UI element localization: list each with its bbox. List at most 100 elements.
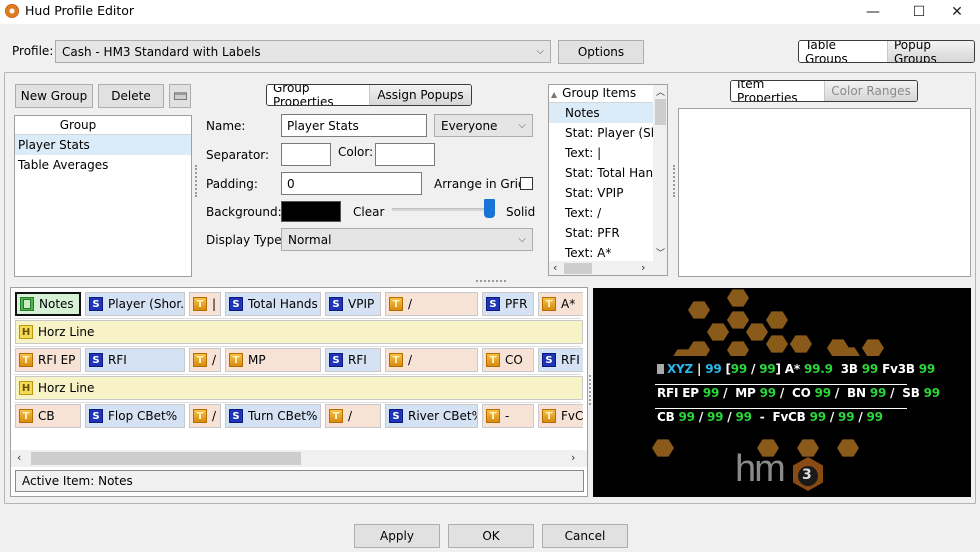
stat-label: / SB <box>886 386 924 400</box>
tab-table-groups[interactable]: Table Groups <box>799 41 887 62</box>
apply-button[interactable]: Apply <box>354 524 440 548</box>
audience-select[interactable]: Everyone ⌵ <box>434 114 533 137</box>
stat-item[interactable]: S Total Hands <box>225 292 321 316</box>
stat-icon: S <box>229 409 243 423</box>
vscroll-thumb[interactable] <box>655 99 666 125</box>
stat-item[interactable]: S RFI <box>85 348 185 372</box>
hscroll-thumb[interactable] <box>564 263 592 274</box>
group-name-input[interactable]: Player Stats <box>281 114 427 137</box>
display-type-label: Display Type: <box>206 233 286 247</box>
text-item[interactable]: T / <box>385 348 478 372</box>
text-icon: T <box>486 409 500 423</box>
stat-item[interactable]: S Turn CBet% <box>225 404 321 428</box>
group-items-hscrollbar[interactable]: ‹ › <box>549 261 667 275</box>
stat-icon: S <box>329 297 343 311</box>
group-items-vscrollbar[interactable]: ︿ ﹀ <box>653 85 667 261</box>
scroll-up-icon[interactable]: ︿ <box>653 85 667 99</box>
group-item[interactable]: Text: / <box>549 203 653 223</box>
cancel-button[interactable]: Cancel <box>542 524 628 548</box>
horizontal-line-item[interactable]: H Horz Line <box>15 320 583 344</box>
tab-item-properties[interactable]: Item Properties <box>731 81 824 101</box>
stat-item[interactable]: S Player (Shor... <box>85 292 185 316</box>
group-item[interactable]: Stat: PFR <box>549 223 653 243</box>
new-group-button[interactable]: New Group <box>15 84 93 108</box>
text-item[interactable]: T- <box>482 404 534 428</box>
stat-item[interactable]: S River CBet% <box>385 404 478 428</box>
notes-item[interactable]: Notes <box>15 292 81 316</box>
group-mode-tabs: Table Groups Popup Groups <box>798 40 975 63</box>
opacity-slider-track[interactable] <box>392 208 495 211</box>
text-item[interactable]: T / <box>189 348 221 372</box>
text-item[interactable]: T / <box>189 404 221 428</box>
group-item-player-stats[interactable]: Player Stats <box>15 135 191 155</box>
scroll-right-icon[interactable]: › <box>641 261 645 274</box>
options-button[interactable]: Options <box>558 40 644 64</box>
splitter-grip[interactable] <box>195 165 198 197</box>
text-item[interactable]: T FvC <box>538 404 583 428</box>
stat-value: 99 <box>759 362 776 376</box>
group-item[interactable]: Notes <box>549 103 653 123</box>
tab-assign-popups[interactable]: Assign Popups <box>369 85 471 105</box>
scroll-right-icon[interactable]: › <box>571 451 575 464</box>
group-column-header[interactable]: Group <box>15 116 191 135</box>
splitter-grip[interactable] <box>673 165 676 197</box>
text-item[interactable]: T RFI EP <box>15 348 81 372</box>
stat-item[interactable]: S Flop CBet% <box>85 404 185 428</box>
layout-grid-hscrollbar[interactable]: ‹ › <box>11 450 587 467</box>
copy-group-button[interactable] <box>169 84 191 108</box>
display-type-select[interactable]: Normal ⌵ <box>281 228 533 251</box>
minimize-button[interactable]: — <box>850 0 896 24</box>
opacity-slider-thumb[interactable] <box>484 199 495 218</box>
active-item-status: Active Item: Notes <box>15 470 584 492</box>
item-properties-tabs: Item Properties Color Ranges <box>730 80 918 102</box>
ok-button[interactable]: OK <box>448 524 534 548</box>
tab-popup-groups[interactable]: Popup Groups <box>887 41 974 62</box>
honeycomb-hex <box>707 323 729 341</box>
text-item[interactable]: T CB <box>15 404 81 428</box>
stat-value: 99 <box>918 362 936 376</box>
text-item[interactable]: T | <box>189 292 221 316</box>
profile-select-value: Cash - HM3 Standard with Labels <box>62 44 261 59</box>
close-button[interactable]: ✕ <box>934 0 980 24</box>
group-item-table-averages[interactable]: Table Averages <box>15 155 191 175</box>
stat-item[interactable]: S VPIP <box>325 292 381 316</box>
chevron-down-icon: ⌵ <box>518 119 526 131</box>
delete-group-button[interactable]: Delete <box>98 84 164 108</box>
hud-horizontal-line <box>655 408 907 409</box>
text-item[interactable]: T MP <box>225 348 321 372</box>
text-item[interactable]: T A* <box>538 292 583 316</box>
group-item[interactable]: Stat: VPIP <box>549 183 653 203</box>
stat-item[interactable]: S RFI <box>325 348 381 372</box>
horizontal-splitter-grip[interactable] <box>476 280 506 284</box>
splitter-grip[interactable] <box>589 375 592 405</box>
notes-icon <box>20 297 34 311</box>
item-label: CO <box>505 353 523 367</box>
tab-group-properties[interactable]: Group Properties <box>267 85 369 105</box>
group-item[interactable]: Stat: Player (Sho <box>549 123 653 143</box>
scroll-left-icon[interactable]: ‹ <box>553 261 557 274</box>
horizontal-line-item[interactable]: H Horz Line <box>15 376 583 400</box>
text-item[interactable]: T / <box>325 404 381 428</box>
color-input[interactable] <box>375 143 435 166</box>
separator-input[interactable] <box>281 143 331 166</box>
stat-value: 99 <box>866 410 884 424</box>
stat-item[interactable]: S RFI <box>538 348 583 372</box>
scroll-left-icon[interactable]: ‹ <box>17 451 21 464</box>
duplicate-icon <box>173 92 187 100</box>
hscroll-thumb[interactable] <box>31 452 301 465</box>
tab-color-ranges[interactable]: Color Ranges <box>824 81 917 101</box>
text-item[interactable]: T CO <box>482 348 534 372</box>
group-item[interactable]: Stat: Total Hands <box>549 163 653 183</box>
group-items-header[interactable]: ▲ Group Items <box>549 85 653 103</box>
group-item[interactable]: Text: | <box>549 143 653 163</box>
stat-item[interactable]: S PFR <box>482 292 534 316</box>
profile-select[interactable]: Cash - HM3 Standard with Labels ⌵ <box>55 40 551 63</box>
group-item[interactable]: Text: A* <box>549 243 653 263</box>
item-label: / <box>348 409 353 423</box>
padding-input[interactable]: 0 <box>281 172 422 195</box>
stat-label: / <box>747 362 760 376</box>
arrange-grid-checkbox[interactable] <box>520 177 533 190</box>
background-color-swatch[interactable] <box>281 201 341 222</box>
text-item[interactable]: T / <box>385 292 478 316</box>
scroll-down-icon[interactable]: ﹀ <box>653 246 667 259</box>
